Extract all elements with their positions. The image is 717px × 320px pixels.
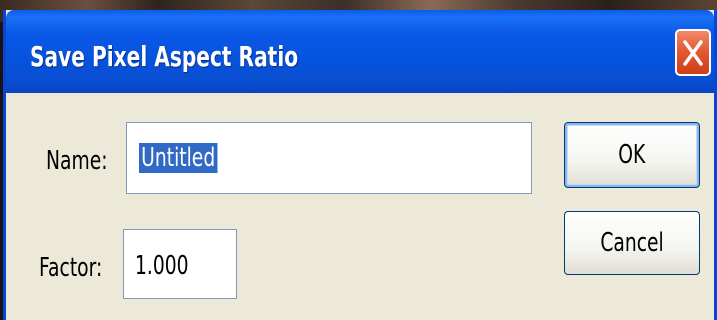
name-input[interactable]: Untitled: [126, 122, 532, 194]
factor-input-value: 1.000: [135, 251, 189, 281]
factor-label: Factor:: [39, 253, 103, 283]
save-pixel-aspect-ratio-dialog: Save Pixel Aspect Ratio Name: Untitled F…: [3, 10, 717, 320]
dialog-title: Save Pixel Aspect Ratio: [30, 40, 299, 73]
cancel-button-label: Cancel: [600, 228, 664, 258]
name-label: Name:: [46, 146, 108, 176]
title-bar[interactable]: Save Pixel Aspect Ratio: [6, 10, 714, 93]
name-input-value: Untitled: [139, 143, 218, 173]
ok-button[interactable]: OK: [564, 122, 700, 188]
factor-input[interactable]: 1.000: [123, 229, 237, 299]
close-button[interactable]: [675, 29, 711, 76]
ok-button-label: OK: [618, 140, 646, 170]
cancel-button[interactable]: Cancel: [564, 211, 700, 275]
close-icon: [683, 39, 703, 66]
